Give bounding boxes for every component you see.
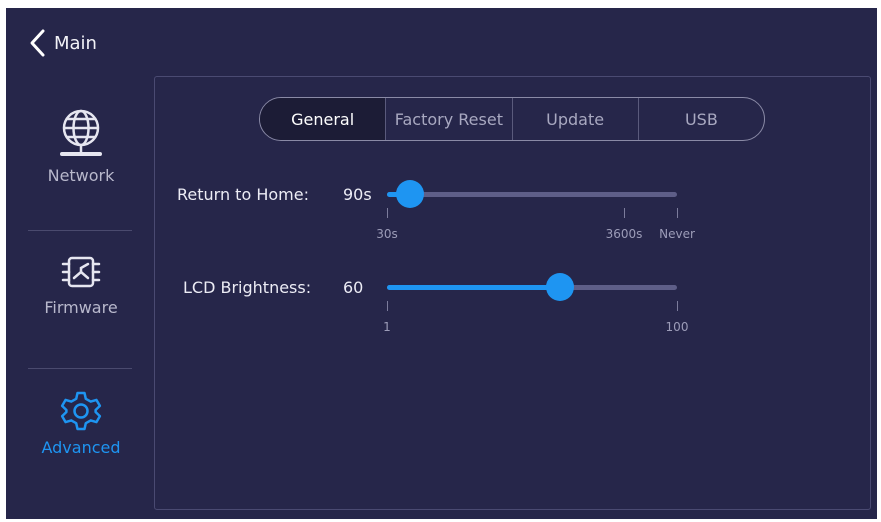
tick-mark <box>624 208 625 218</box>
tick-label: 3600s <box>605 227 643 241</box>
sidebar-divider <box>28 230 132 231</box>
settings-panel: General Factory Reset Update USB Return … <box>154 76 871 510</box>
sidebar-divider <box>28 368 132 369</box>
sidebar-item-label: Firmware <box>44 298 118 317</box>
lcd-brightness-slider-fill <box>387 285 560 290</box>
tab-bar: General Factory Reset Update USB <box>259 97 765 141</box>
lcd-brightness-slider[interactable] <box>387 285 677 290</box>
tab-general[interactable]: General <box>260 98 386 140</box>
sidebar-item-label: Advanced <box>41 438 121 457</box>
return-to-home-value: 90s <box>343 185 372 204</box>
tick-mark <box>677 301 678 311</box>
sidebar-item-network[interactable]: Network <box>16 108 146 185</box>
settings-screen: Main Network Firmware Advanced General F… <box>6 8 877 519</box>
sidebar-item-label: Network <box>47 166 115 185</box>
tick-label: 100 <box>665 320 689 334</box>
return-to-home-label: Return to Home: <box>177 185 309 204</box>
tick-mark <box>677 208 678 218</box>
chevron-left-icon <box>30 29 45 57</box>
tick-label: 30s <box>376 227 398 241</box>
sidebar-item-firmware[interactable]: Firmware <box>16 252 146 317</box>
tab-update[interactable]: Update <box>511 98 638 140</box>
tick-mark <box>387 208 388 218</box>
lcd-brightness-slider-thumb[interactable] <box>545 273 574 301</box>
lcd-brightness-label: LCD Brightness: <box>183 278 312 297</box>
tab-factory-reset[interactable]: Factory Reset <box>385 98 511 140</box>
tick-label: 1 <box>383 320 391 334</box>
chip-icon <box>61 256 101 288</box>
lcd-brightness-value: 60 <box>343 278 364 297</box>
return-to-home-slider[interactable] <box>387 192 677 197</box>
globe-network-icon <box>60 109 102 156</box>
tick-mark <box>387 301 388 311</box>
tick-label: Never <box>659 227 695 241</box>
tab-usb[interactable]: USB <box>637 98 764 140</box>
back-button[interactable]: Main <box>28 28 97 58</box>
return-to-home-slider-thumb[interactable] <box>396 180 425 208</box>
back-label: Main <box>54 32 97 54</box>
gear-icon <box>60 391 102 431</box>
sidebar-item-advanced[interactable]: Advanced <box>16 390 146 457</box>
